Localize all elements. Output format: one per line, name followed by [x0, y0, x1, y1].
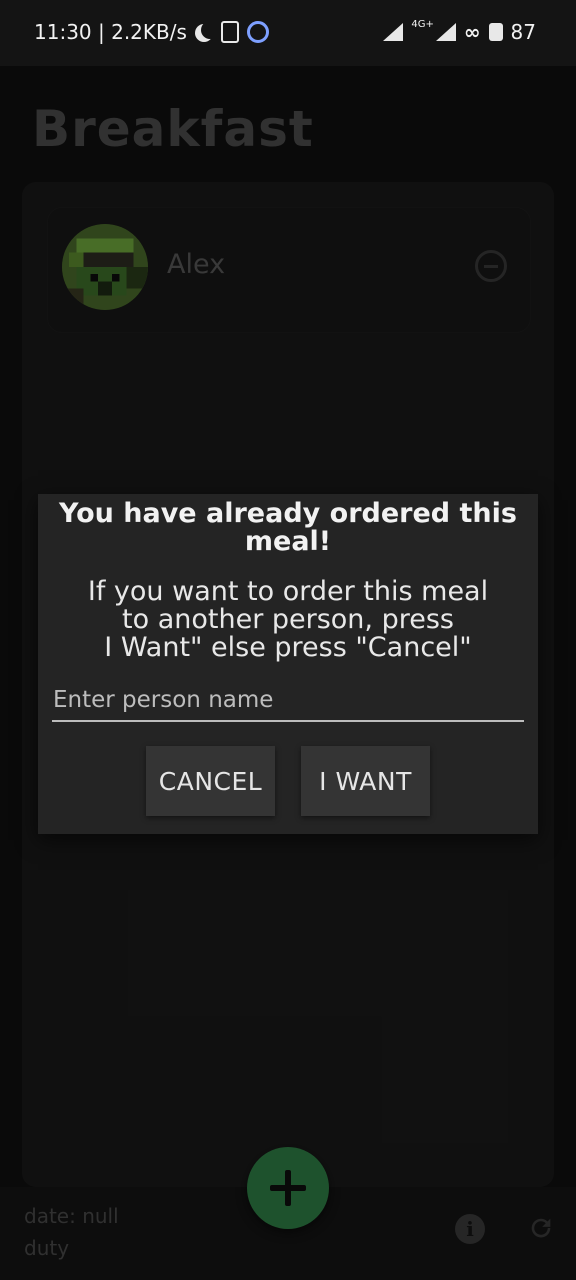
sync-icon: ∞: [463, 20, 481, 44]
battery-level: 87: [510, 20, 536, 44]
network-type-label: 4G+: [411, 18, 434, 30]
dialog-title: You have already ordered this meal!: [59, 498, 517, 557]
vpn-icon: [246, 21, 269, 43]
battery-icon: [488, 23, 503, 41]
cancel-button[interactable]: CANCEL: [146, 746, 275, 816]
status-left: 11:30 | 2.2KB/s: [34, 20, 269, 44]
i-want-button[interactable]: I WANT: [301, 746, 430, 816]
dialog-message-line: I Want" else press "Cancel": [104, 632, 472, 663]
vibrate-icon: [220, 21, 239, 43]
signal-icon: [383, 23, 404, 41]
dialog-message: If you want to order this meal to anothe…: [38, 578, 538, 662]
person-name-input[interactable]: [52, 684, 524, 722]
already-ordered-dialog: You have already ordered this meal! If y…: [38, 494, 538, 834]
status-right: 4G+ ∞ 87: [383, 18, 536, 44]
dialog-message-line: If you want to order this meal: [87, 576, 489, 607]
status-bar: 11:30 | 2.2KB/s 4G+ ∞ 87: [0, 0, 576, 66]
status-time-speed: 11:30 | 2.2KB/s: [34, 20, 187, 44]
moon-icon: [201, 21, 219, 39]
signal-4g-icon: [435, 23, 456, 41]
dialog-message-line: to another person, press: [122, 604, 454, 635]
